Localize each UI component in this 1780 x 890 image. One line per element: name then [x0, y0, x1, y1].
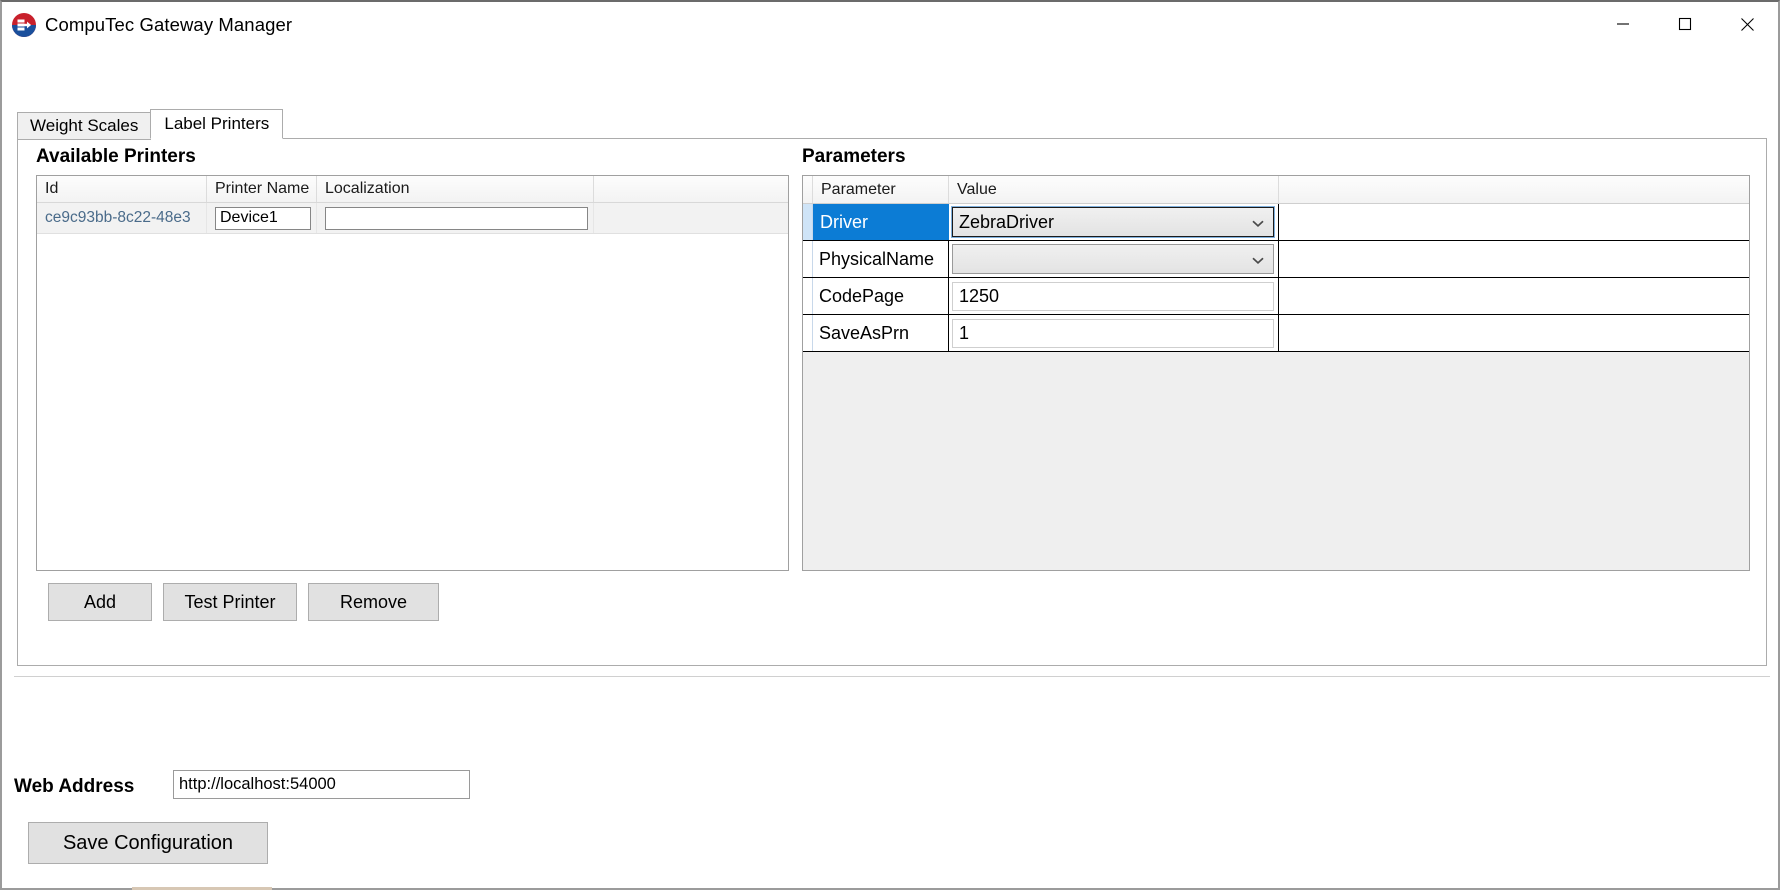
parameter-row-filler-physicalname — [1279, 241, 1749, 277]
cell-id: ce9c93bb-8c22-48e3 — [37, 203, 207, 233]
parameter-row-driver[interactable]: Driver ZebraDriver — [803, 204, 1749, 241]
close-icon[interactable] — [1716, 2, 1778, 46]
computec-gateway-logo-icon — [12, 13, 36, 37]
codepage-value[interactable]: 1250 — [952, 282, 1274, 311]
row-selector-physicalname[interactable] — [803, 241, 813, 277]
printer-actions: Add Test Printer Remove — [48, 583, 439, 621]
physicalname-dropdown[interactable] — [952, 244, 1274, 274]
web-address-label: Web Address — [14, 776, 134, 798]
remove-button[interactable]: Remove — [308, 583, 439, 621]
printers-table-header: Id Printer Name Localization — [37, 176, 788, 203]
localization-input[interactable] — [325, 207, 588, 230]
parameter-value-cell-codepage[interactable]: 1250 — [949, 278, 1279, 314]
available-printers-title: Available Printers — [36, 146, 196, 168]
parameter-value-cell-driver[interactable]: ZebraDriver — [949, 204, 1279, 240]
column-header-rowselector — [803, 176, 813, 203]
column-header-printer-name[interactable]: Printer Name — [207, 176, 317, 202]
tab-label-printers[interactable]: Label Printers — [150, 109, 283, 139]
window-title: CompuTec Gateway Manager — [45, 14, 292, 36]
title-bar: CompuTec Gateway Manager — [2, 2, 1778, 48]
save-configuration-button[interactable]: Save Configuration — [28, 822, 268, 864]
printers-table[interactable]: Id Printer Name Localization ce9c93bb-8c… — [36, 175, 789, 571]
gateway-arrow-glyph — [17, 18, 32, 32]
window-controls — [1592, 2, 1778, 48]
parameter-row-saveasprn[interactable]: SaveAsPrn 1 — [803, 315, 1749, 352]
column-header-id[interactable]: Id — [37, 176, 207, 202]
parameter-row-filler-driver — [1279, 204, 1749, 240]
parameters-table-header: Parameter Value — [803, 176, 1749, 204]
column-header-value[interactable]: Value — [949, 176, 1279, 203]
maximize-icon[interactable] — [1654, 2, 1716, 46]
column-header-localization[interactable]: Localization — [317, 176, 594, 202]
driver-dropdown[interactable]: ZebraDriver — [952, 207, 1274, 237]
printer-name-input[interactable] — [215, 207, 311, 230]
parameter-value-cell-saveasprn[interactable]: 1 — [949, 315, 1279, 351]
cell-printer-name — [207, 203, 317, 233]
cell-localization — [317, 203, 594, 233]
column-header-parameters-filler — [1279, 176, 1749, 203]
parameter-row-codepage[interactable]: CodePage 1250 — [803, 278, 1749, 315]
row-selector-driver[interactable] — [803, 204, 813, 240]
parameter-row-physicalname[interactable]: PhysicalName — [803, 241, 1749, 278]
label-printers-panel: Available Printers Id Printer Name Local… — [17, 138, 1767, 666]
parameter-name-driver: Driver — [813, 204, 949, 240]
application-window: CompuTec Gateway Manager Weight Scales L… — [0, 0, 1780, 890]
tab-weight-scales[interactable]: Weight Scales — [17, 112, 151, 140]
cell-filler — [594, 203, 788, 233]
table-row[interactable]: ce9c93bb-8c22-48e3 — [37, 203, 788, 234]
chevron-down-icon — [1252, 249, 1264, 270]
column-header-parameter[interactable]: Parameter — [813, 176, 949, 203]
add-button[interactable]: Add — [48, 583, 152, 621]
test-printer-button[interactable]: Test Printer — [163, 583, 297, 621]
parameter-row-filler-codepage — [1279, 278, 1749, 314]
parameter-value-cell-physicalname[interactable] — [949, 241, 1279, 277]
parameter-row-filler-saveasprn — [1279, 315, 1749, 351]
minimize-icon[interactable] — [1592, 2, 1654, 46]
parameters-title: Parameters — [802, 146, 906, 168]
parameters-table[interactable]: Parameter Value Driver ZebraDriver — [802, 175, 1750, 571]
row-selector-codepage[interactable] — [803, 278, 813, 314]
footer-divider — [14, 676, 1770, 677]
row-selector-saveasprn[interactable] — [803, 315, 813, 351]
column-header-filler — [594, 176, 788, 202]
parameter-name-saveasprn: SaveAsPrn — [813, 315, 949, 351]
parameter-name-codepage: CodePage — [813, 278, 949, 314]
printer-id-value: ce9c93bb-8c22-48e3 — [45, 209, 191, 227]
saveasprn-value[interactable]: 1 — [952, 319, 1274, 348]
tab-strip: Weight Scales Label Printers — [17, 110, 283, 139]
driver-dropdown-value: ZebraDriver — [959, 212, 1054, 233]
chevron-down-icon — [1252, 212, 1264, 233]
web-address-input[interactable] — [173, 770, 470, 799]
parameter-name-physicalname: PhysicalName — [813, 241, 949, 277]
